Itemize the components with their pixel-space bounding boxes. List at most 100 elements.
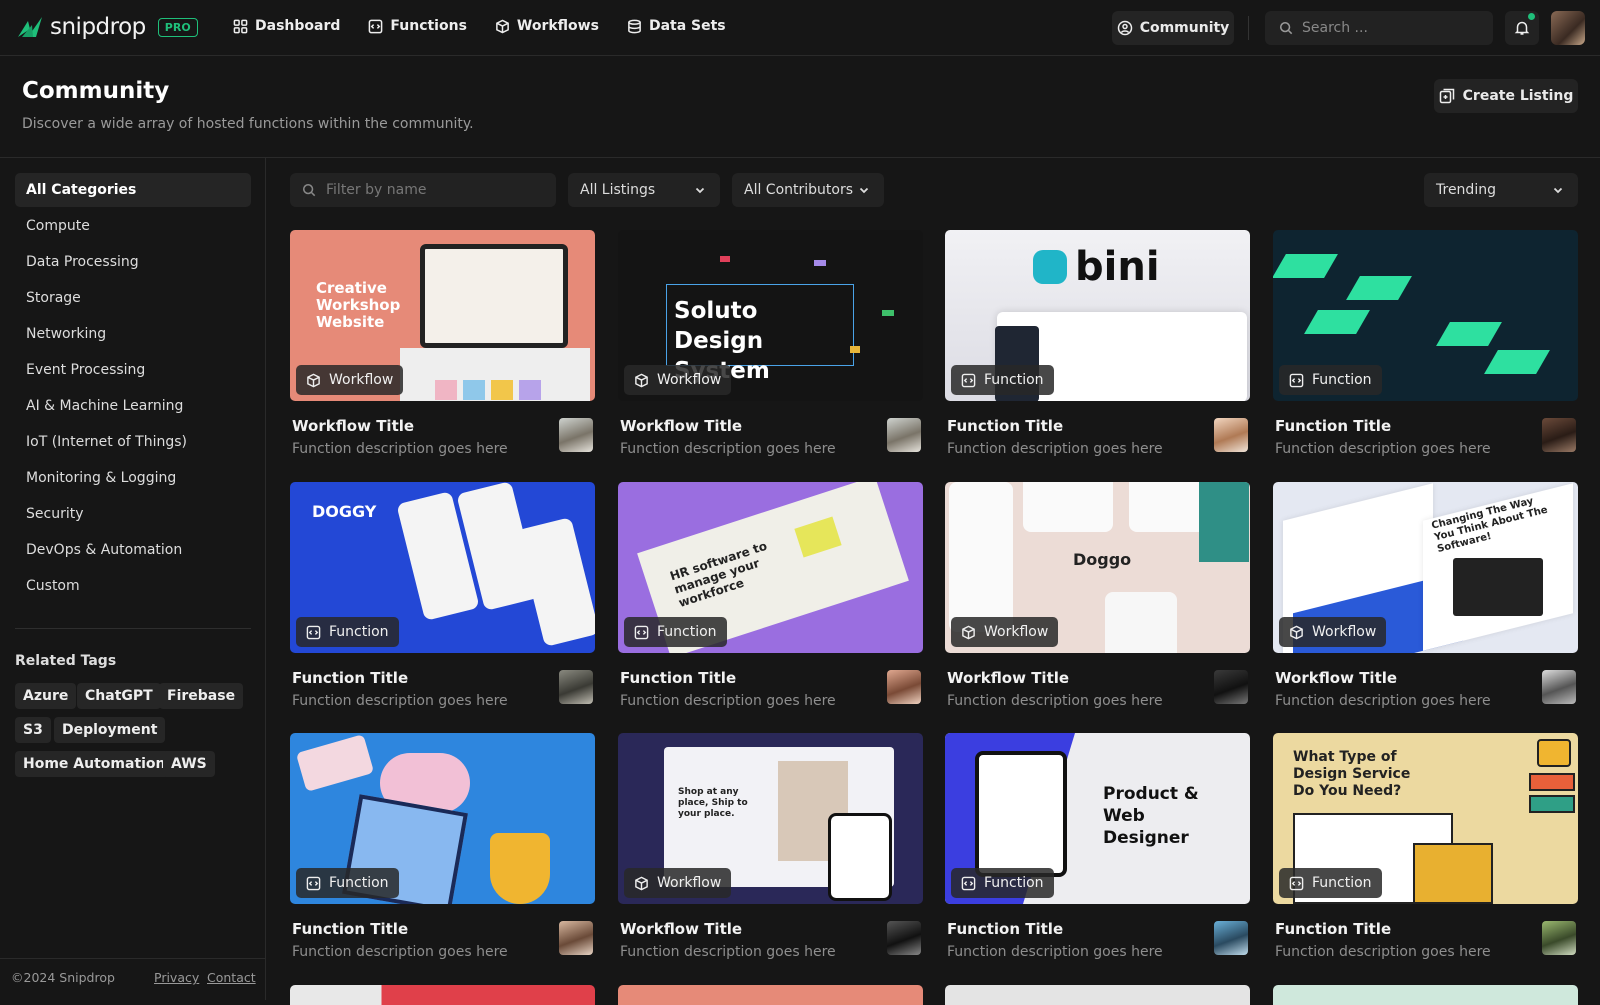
card-title[interactable]: Workflow Title xyxy=(620,417,742,435)
card-title[interactable]: Function Title xyxy=(947,920,1063,938)
author-avatar[interactable] xyxy=(887,418,921,452)
nav-label: Workflows xyxy=(516,18,599,34)
card-thumbnail[interactable]: Doggo Workflow xyxy=(945,482,1250,653)
author-avatar[interactable] xyxy=(1214,418,1248,452)
listing-card[interactable]: bini Function Function Title Function de… xyxy=(945,230,1250,458)
card-title[interactable]: Workflow Title xyxy=(620,920,742,938)
card-title[interactable]: Workflow Title xyxy=(292,417,414,435)
category-devops[interactable]: DevOps & Automation xyxy=(15,533,251,567)
listing-card[interactable]: What Type of Design Service Do You Need?… xyxy=(1273,733,1578,961)
card-thumbnail[interactable]: HR software to manage your workforce Fun… xyxy=(618,482,923,653)
thumbnail-text: Creative Workshop Website xyxy=(316,279,401,331)
author-avatar[interactable] xyxy=(559,921,593,955)
code-square-icon xyxy=(1289,876,1304,890)
card-title[interactable]: Workflow Title xyxy=(1275,669,1397,687)
category-monitoring[interactable]: Monitoring & Logging xyxy=(15,461,251,495)
author-avatar[interactable] xyxy=(887,921,921,955)
search-input[interactable]: Search ... xyxy=(1265,11,1493,45)
logo[interactable]: snipdrop PRO xyxy=(16,14,198,40)
category-all[interactable]: All Categories xyxy=(15,173,251,207)
community-button[interactable]: Community xyxy=(1112,11,1234,45)
tag-firebase[interactable]: Firebase xyxy=(159,683,244,709)
listing-card[interactable]: Function Function Title Function descrip… xyxy=(1273,230,1578,458)
category-storage[interactable]: Storage xyxy=(15,281,251,315)
category-custom[interactable]: Custom xyxy=(15,569,251,603)
nav-functions[interactable]: Functions xyxy=(368,18,467,34)
nav-workflows[interactable]: Workflows xyxy=(495,18,599,34)
tag-chatgpt[interactable]: ChatGPT xyxy=(77,683,161,709)
listing-card[interactable]: Function Function Title Function descrip… xyxy=(290,733,595,961)
search-placeholder: Search ... xyxy=(1302,20,1368,36)
nav-data-sets[interactable]: Data Sets xyxy=(627,18,726,34)
author-avatar[interactable] xyxy=(1542,670,1576,704)
user-avatar[interactable] xyxy=(1551,11,1585,45)
card-thumbnail[interactable]: Shop at any place, Ship to your place. W… xyxy=(618,733,923,904)
card-title[interactable]: Function Title xyxy=(292,920,408,938)
card-description: Function description goes here xyxy=(620,944,836,960)
card-title[interactable]: Function Title xyxy=(947,417,1063,435)
card-title[interactable]: Function Title xyxy=(1275,417,1391,435)
nav-dashboard[interactable]: Dashboard xyxy=(233,18,340,34)
card-title[interactable]: Function Title xyxy=(620,669,736,687)
type-badge: Function xyxy=(296,868,399,898)
author-avatar[interactable] xyxy=(1542,921,1576,955)
listing-card[interactable]: Doggo Workflow Workflow Title Function d… xyxy=(945,482,1250,710)
card-title[interactable]: Function Title xyxy=(292,669,408,687)
card-title[interactable]: Function Title xyxy=(1275,920,1391,938)
listing-card[interactable]: Shop at any place, Ship to your place. W… xyxy=(618,733,923,961)
category-iot[interactable]: IoT (Internet of Things) xyxy=(15,425,251,459)
card-thumbnail[interactable]: Changing The Way You Think About The Sof… xyxy=(1273,482,1578,653)
community-icon xyxy=(1117,20,1132,36)
listing-card[interactable]: DOGGY Function Function Title Function d… xyxy=(290,482,595,710)
card-description: Function description goes here xyxy=(947,441,1163,457)
type-badge: Workflow xyxy=(624,365,732,395)
listing-card[interactable]: Soluto Design System Workflow Workflow T… xyxy=(618,230,923,458)
listing-card[interactable]: HR software to manage your workforce Fun… xyxy=(618,482,923,710)
tag-aws[interactable]: AWS xyxy=(163,751,215,777)
category-data-processing[interactable]: Data Processing xyxy=(15,245,251,279)
card-title[interactable]: Workflow Title xyxy=(947,669,1069,687)
card-thumbnail[interactable]: Product & Web Designer Function xyxy=(945,733,1250,904)
listing-card-partial[interactable] xyxy=(945,985,1250,1005)
filter-name-input[interactable]: Filter by name xyxy=(290,173,556,207)
card-description: Function description goes here xyxy=(292,693,508,709)
listing-card-partial[interactable] xyxy=(290,985,595,1005)
listings-select[interactable]: All Listings xyxy=(568,173,720,207)
code-square-icon xyxy=(369,19,383,33)
author-avatar[interactable] xyxy=(1214,670,1248,704)
category-networking[interactable]: Networking xyxy=(15,317,251,351)
tag-deployment[interactable]: Deployment xyxy=(54,717,166,743)
tag-s3[interactable]: S3 xyxy=(15,717,51,743)
community-label: Community xyxy=(1139,20,1230,36)
author-avatar[interactable] xyxy=(887,670,921,704)
card-thumbnail[interactable]: DOGGY Function xyxy=(290,482,595,653)
listing-card[interactable]: Product & Web Designer Function Function… xyxy=(945,733,1250,961)
listing-card-partial[interactable] xyxy=(618,985,923,1005)
contributors-select[interactable]: All Contributors xyxy=(732,173,884,207)
tag-home-automation[interactable]: Home Automation xyxy=(15,751,174,777)
contact-link[interactable]: Contact xyxy=(207,970,256,985)
category-ai-ml[interactable]: AI & Machine Learning xyxy=(15,389,251,423)
listing-card[interactable]: Changing The Way You Think About The Sof… xyxy=(1273,482,1578,710)
author-avatar[interactable] xyxy=(559,418,593,452)
chevron-down-icon xyxy=(1553,187,1563,194)
card-thumbnail[interactable]: Function xyxy=(1273,230,1578,401)
category-compute[interactable]: Compute xyxy=(15,209,251,243)
create-listing-button[interactable]: Create Listing xyxy=(1434,79,1578,113)
notifications-button[interactable] xyxy=(1505,11,1539,45)
author-avatar[interactable] xyxy=(1542,418,1576,452)
author-avatar[interactable] xyxy=(1214,921,1248,955)
author-avatar[interactable] xyxy=(559,670,593,704)
listing-card-partial[interactable] xyxy=(1273,985,1578,1005)
sort-select[interactable]: Trending xyxy=(1424,173,1578,207)
card-thumbnail[interactable]: Function xyxy=(290,733,595,904)
card-thumbnail[interactable]: What Type of Design Service Do You Need?… xyxy=(1273,733,1578,904)
tag-azure[interactable]: Azure xyxy=(15,683,77,709)
category-security[interactable]: Security xyxy=(15,497,251,531)
card-thumbnail[interactable]: bini Function xyxy=(945,230,1250,401)
category-event-processing[interactable]: Event Processing xyxy=(15,353,251,387)
listing-card[interactable]: Creative Workshop Website Workflow Workf… xyxy=(290,230,595,458)
privacy-link[interactable]: Privacy xyxy=(154,970,199,985)
card-thumbnail[interactable]: Creative Workshop Website Workflow xyxy=(290,230,595,401)
card-thumbnail[interactable]: Soluto Design System Workflow xyxy=(618,230,923,401)
